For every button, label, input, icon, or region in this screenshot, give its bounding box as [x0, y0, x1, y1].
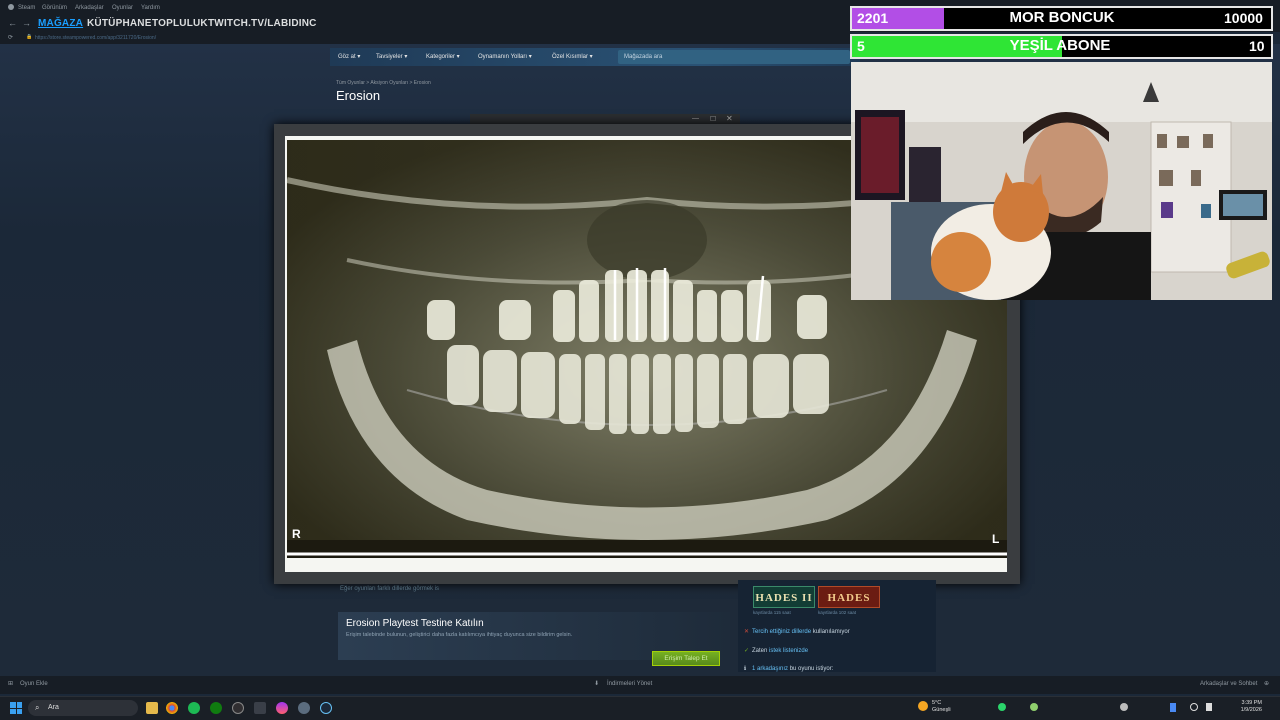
preferred-language-link[interactable]: Tercih ettiğiniz dillerde — [752, 629, 811, 635]
search-icon: ⌕ — [35, 703, 40, 712]
lock-icon: 🔒 — [26, 34, 33, 40]
app-icon[interactable] — [254, 702, 266, 714]
goal-purple-current: 2201 — [857, 10, 889, 26]
related-game-hades-2[interactable]: HADES II — [753, 586, 815, 608]
steam-taskbar-icon[interactable] — [320, 702, 332, 714]
related-game-hades[interactable]: HADES — [818, 586, 880, 608]
add-game-icon[interactable]: ⊞ — [8, 680, 13, 687]
taskbar-search[interactable]: ⌕ Ara — [28, 700, 138, 716]
xbox-icon[interactable] — [210, 702, 222, 714]
playtest-title: Erosion Playtest Testine Katılın — [346, 618, 484, 629]
game-title: Erosion — [336, 88, 381, 103]
chrome-icon[interactable] — [166, 702, 178, 714]
wishlist-row: ✓ Zaten istek listenizde — [744, 648, 809, 654]
request-access-button[interactable]: Erişim Talep Et — [652, 651, 720, 666]
refresh-icon[interactable]: ⟳ — [8, 34, 13, 41]
language-unavailable-row: ✕ Tercih ettiğiniz dillerde kullanılamıyo… — [744, 629, 850, 635]
nav-library[interactable]: KÜTÜPHANE — [87, 18, 152, 29]
settings-icon[interactable] — [298, 702, 310, 714]
messenger-icon[interactable] — [276, 702, 288, 714]
info-icon: ℹ — [744, 666, 747, 672]
wishlist-link[interactable]: istek listenizde — [769, 648, 808, 654]
xray-right-marker: R — [292, 527, 301, 541]
goal-green-current: 5 — [857, 38, 865, 54]
minimize-icon[interactable]: — — [692, 115, 699, 122]
goal-green-target: 10 — [1249, 38, 1265, 54]
steam-bottom-bar: ⊞ Oyun Ekle ⬇ İndirmeleri Yönet Arkadaşl… — [0, 676, 1280, 694]
menu-recommendations[interactable]: Tavsiyeler ▾ — [376, 53, 407, 60]
weather-widget[interactable]: 5°C Güneşli — [918, 700, 951, 714]
store-search-input[interactable]: Mağazada ara — [618, 50, 850, 64]
friend-count-link[interactable]: 1 arkadaşınız — [752, 666, 788, 672]
playtest-description: Erişim talebinde bulunun, geliştirici da… — [346, 632, 573, 638]
goal-purple-label: MOR BONCUK — [1009, 9, 1115, 26]
breadcrumb[interactable]: Tüm Oyunlar > Aksiyon Oyunları > Erosion — [336, 80, 431, 86]
downloads-icon[interactable]: ⬇ — [594, 680, 599, 687]
add-game-button[interactable]: Oyun Ekle — [20, 681, 48, 687]
menu-special-sections[interactable]: Özel Kısımlar ▾ — [552, 53, 593, 60]
url-bar: ⟳ 🔒 https://store.steampowered.com/app/3… — [0, 32, 850, 44]
friends-chat-button[interactable]: Arkadaşlar ve Sohbet — [1200, 681, 1257, 687]
menu-help[interactable]: Yardım — [141, 5, 160, 11]
manage-downloads-button[interactable]: İndirmeleri Yönet — [607, 681, 652, 687]
file-explorer-icon[interactable] — [146, 702, 158, 714]
menu-browse[interactable]: Göz at ▾ — [338, 53, 360, 60]
menu-games[interactable]: Oyunlar — [112, 5, 133, 11]
hades-2-playtime: kayıtlarda 115 saat — [753, 610, 791, 615]
check-icon: ✓ — [744, 648, 750, 654]
steam-icon[interactable] — [8, 4, 14, 10]
wifi-icon[interactable] — [1190, 703, 1198, 711]
tray-icon-green[interactable] — [998, 703, 1006, 711]
menu-steam[interactable]: Steam — [18, 5, 35, 11]
maximize-icon[interactable]: ☐ — [710, 115, 716, 123]
volume-icon[interactable] — [1206, 703, 1212, 711]
sun-icon — [918, 701, 928, 711]
taskbar-clock[interactable]: 3:39 PM 1/9/2026 — [1228, 700, 1262, 714]
forward-arrow-icon[interactable]: → — [22, 18, 31, 28]
menu-categories[interactable]: Kategoriler ▾ — [426, 53, 460, 60]
language-note: Eğer oyunları farklı dillerde görmek is — [340, 586, 440, 592]
menu-view[interactable]: Görünüm — [42, 5, 67, 11]
goal-purple-target: 10000 — [1224, 10, 1263, 26]
spotify-icon[interactable] — [188, 702, 200, 714]
tray-icon-discord[interactable] — [1120, 703, 1128, 711]
friends-want-row: ℹ1 arkadaşınız bu oyunu istiyor: — [744, 666, 834, 672]
close-icon[interactable]: ✕ — [726, 114, 733, 123]
webcam-feed — [851, 62, 1272, 300]
back-arrow-icon[interactable]: ← — [8, 18, 17, 28]
goal-green-label: YEŞİL ABONE — [1009, 37, 1111, 54]
hades-playtime: kayıtlarda 102 saat — [818, 610, 857, 615]
friends-chat-icon[interactable]: ⊕ — [1264, 680, 1269, 687]
bluetooth-icon[interactable] — [1170, 703, 1176, 712]
cross-icon: ✕ — [744, 629, 750, 635]
menu-ways-to-play[interactable]: Oynamanın Yolları ▾ — [478, 53, 532, 60]
nav-twitch-profile[interactable]: TWITCH.TV/LABIDINC — [208, 18, 317, 29]
nav-community[interactable]: TOPLULUK — [152, 18, 208, 29]
tray-icon-xbox[interactable] — [1030, 703, 1038, 711]
windows-start-icon[interactable] — [10, 702, 22, 714]
menu-friends[interactable]: Arkadaşlar — [75, 5, 104, 11]
nav-store[interactable]: MAĞAZA — [38, 18, 83, 29]
obs-icon[interactable] — [232, 702, 244, 714]
url-text[interactable]: https://store.steampowered.com/app/32117… — [35, 35, 156, 41]
system-tray — [990, 701, 1212, 715]
xray-left-marker: L — [992, 532, 1000, 546]
